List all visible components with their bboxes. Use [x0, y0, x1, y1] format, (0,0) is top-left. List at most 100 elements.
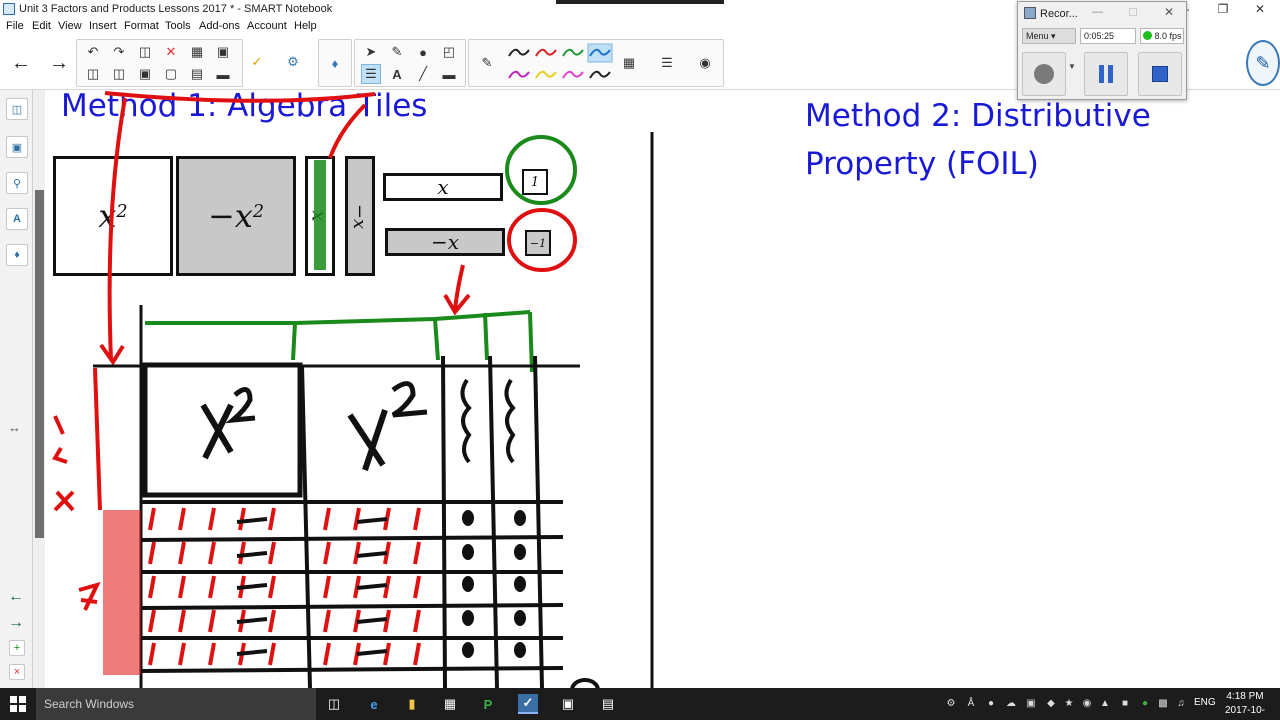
file-explorer-icon[interactable]: ▮	[402, 694, 422, 714]
black-minus-mark	[356, 583, 388, 590]
attachments-icon[interactable]: ⚲	[6, 172, 28, 194]
windows-logo-icon	[10, 696, 26, 712]
tray-icon-3[interactable]: ▣	[1024, 697, 1038, 711]
save-icon[interactable]: ▣	[135, 64, 155, 84]
tray-icon-4[interactable]: ◆	[1044, 697, 1058, 711]
color-palette-icon[interactable]: ▦	[619, 53, 639, 73]
smart-notebook-taskbar-icon[interactable]: ✓	[518, 694, 538, 714]
select-cursor-icon[interactable]: ➤	[361, 42, 381, 62]
pen-swatch-4[interactable]	[508, 70, 530, 79]
menu-tools[interactable]: Tools	[165, 20, 191, 32]
scrollbar-thumb[interactable]	[35, 190, 44, 538]
delete-page-side-icon[interactable]: ×	[9, 664, 25, 680]
delete-page-icon[interactable]: ◫	[109, 64, 129, 84]
tray-icon-5[interactable]: ★	[1062, 697, 1076, 711]
pen-color-swatches[interactable]	[505, 42, 617, 86]
stop-button[interactable]	[1138, 52, 1182, 96]
pen-swatch-2[interactable]	[562, 48, 584, 57]
properties-tab-icon[interactable]: A	[6, 208, 28, 230]
ink-pen-icon[interactable]: ✎	[1246, 40, 1280, 86]
shade-icon[interactable]: ▬	[213, 64, 233, 84]
menu-account[interactable]: Account	[247, 20, 287, 32]
recorder-taskbar-icon[interactable]: ▣	[558, 694, 578, 714]
black-minus-mark	[356, 517, 388, 524]
cloud-icon[interactable]: ☁	[1004, 697, 1018, 711]
tray-icon-7[interactable]: ■	[1118, 697, 1132, 711]
line-style-icon[interactable]: ☰	[657, 53, 677, 73]
back-arrow-icon[interactable]: ←	[8, 50, 34, 76]
tray-icon-8[interactable]: ●	[1138, 697, 1152, 711]
network-icon[interactable]: ▩	[1156, 697, 1170, 711]
recorder-minimize-button[interactable]: —	[1092, 6, 1103, 18]
menu-edit[interactable]: Edit	[32, 20, 51, 32]
text-tool-icon[interactable]: A	[387, 64, 407, 84]
add-page-icon[interactable]: ◫	[83, 64, 103, 84]
recorder-maximize-button[interactable]: ☐	[1128, 6, 1138, 19]
language-indicator[interactable]: ENG	[1194, 697, 1216, 708]
bluetooth-icon[interactable]: Å	[964, 697, 978, 711]
page-sorter-icon[interactable]: ◫	[6, 98, 28, 120]
pen-swatch-6[interactable]	[562, 70, 584, 79]
recorder-menu-dropdown[interactable]: Menu ▾	[1022, 28, 1076, 44]
pen-type-icon[interactable]: ✎	[477, 53, 497, 73]
record-button[interactable]	[1022, 52, 1066, 96]
taskbar-clock[interactable]: 4:18 PM 2017-10-20	[1220, 690, 1270, 720]
pen-swatch-5[interactable]	[535, 70, 557, 79]
magic-pen-icon[interactable]: ✎	[387, 42, 407, 62]
close-button[interactable]: ✕	[1245, 0, 1275, 18]
pause-button[interactable]	[1084, 52, 1128, 96]
undo-icon[interactable]: ↶	[83, 42, 103, 62]
paste-icon[interactable]: ◫	[135, 42, 155, 62]
addon-puzzle-icon[interactable]: ♦	[325, 53, 345, 73]
text-format-icon[interactable]: ▤	[187, 64, 207, 84]
fill-icon[interactable]: ◰	[439, 42, 459, 62]
red-hatch-dash	[268, 507, 276, 531]
wifi-icon[interactable]: ▲	[1098, 697, 1112, 711]
menu-addons[interactable]: Add-ons	[199, 20, 240, 32]
addons-tab-icon[interactable]: ♦	[6, 244, 28, 266]
pen-swatch-1[interactable]	[535, 48, 557, 57]
resize-handle-icon[interactable]: ↔	[8, 420, 21, 435]
notebook-page[interactable]: Method 1: Algebra Tiles Method 2: Distri…	[45, 90, 1280, 688]
pen-swatch-7[interactable]	[589, 70, 611, 79]
restore-button[interactable]: ❐	[1208, 0, 1238, 18]
eraser-icon[interactable]: ▬	[439, 64, 459, 84]
activity-builder-icon[interactable]: ✓	[247, 52, 267, 72]
pen-swatch-0[interactable]	[508, 48, 530, 57]
task-view-icon[interactable]: ◫	[324, 694, 344, 714]
start-button[interactable]	[0, 688, 36, 720]
edge-browser-icon[interactable]: e	[364, 694, 384, 714]
squiggle-col4	[460, 378, 472, 464]
full-screen-icon[interactable]: ▢	[161, 64, 181, 84]
table-icon[interactable]: ▦	[187, 42, 207, 62]
red-hatch-dash	[148, 575, 156, 599]
record-options-arrow-icon[interactable]: ▼	[1068, 62, 1076, 71]
gallery-icon[interactable]: ▣	[6, 136, 28, 158]
screen-capture-icon[interactable]: ▣	[213, 42, 233, 62]
volume-icon[interactable]: ♫	[1174, 697, 1188, 711]
recorder-close-button[interactable]: ✕	[1164, 5, 1174, 19]
search-windows-input[interactable]: Search Windows	[36, 688, 316, 720]
forward-arrow-icon[interactable]: →	[46, 50, 72, 76]
menu-view[interactable]: View	[58, 20, 82, 32]
smart-ink-icon[interactable]: P	[478, 694, 498, 714]
sidebar-back-icon[interactable]: ←	[8, 588, 24, 606]
menu-insert[interactable]: Insert	[89, 20, 117, 32]
menu-help[interactable]: Help	[294, 20, 317, 32]
redo-icon[interactable]: ↷	[109, 42, 129, 62]
store-icon[interactable]: ▦	[440, 694, 460, 714]
tray-icon-1[interactable]: ⚙	[944, 697, 958, 711]
tray-icon-6[interactable]: ◉	[1080, 697, 1094, 711]
tray-icon-2[interactable]: ●	[984, 697, 998, 711]
line-tool-icon[interactable]: ╱	[413, 64, 433, 84]
properties-icon[interactable]: ◉	[695, 53, 715, 73]
pen-tool-icon[interactable]: ☰	[361, 64, 381, 84]
app-taskbar-icon[interactable]: ▤	[598, 694, 618, 714]
shapes-icon[interactable]: ●	[413, 42, 433, 62]
response-icon[interactable]: ⚙	[283, 52, 303, 72]
delete-icon[interactable]: ✕	[161, 42, 181, 62]
menu-format[interactable]: Format	[124, 20, 159, 32]
sidebar-forward-icon[interactable]: →	[8, 614, 24, 632]
add-page-side-icon[interactable]: +	[9, 640, 25, 656]
menu-file[interactable]: File	[6, 20, 24, 32]
